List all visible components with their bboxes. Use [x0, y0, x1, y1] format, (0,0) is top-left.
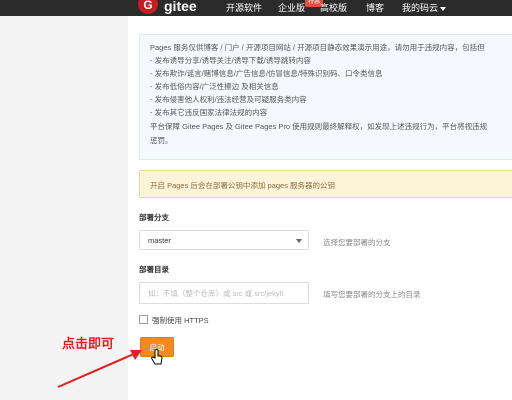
- notice-line: - 发布欺诈/谣言/赌博信息/广告信息/仿冒信息/特殊识别码、口令类信息: [150, 69, 383, 78]
- notice-line: - 发布诱导分享/诱导关注/诱导下载/诱导跳转内容: [150, 56, 311, 65]
- nav-open-source[interactable]: 开源软件: [226, 1, 262, 14]
- branch-select-value: master: [148, 236, 171, 245]
- chevron-down-icon: [296, 239, 302, 243]
- notice-line: - 发布低俗内容/广泛性擦边 及相关信息: [150, 82, 279, 91]
- branch-hint: 选择您要部署的分支: [323, 238, 391, 247]
- directory-hint: 填写您要部署的分支上的目录: [323, 290, 421, 299]
- nav-education[interactable]: 高校版: [320, 1, 347, 14]
- top-navbar: G gitee 开源软件 企业版 特惠 高校版 博客 我的码云: [0, 0, 512, 16]
- directory-input[interactable]: [139, 282, 309, 304]
- gitee-logo-text[interactable]: gitee: [164, 0, 197, 14]
- gitee-logo-icon[interactable]: G: [138, 0, 158, 14]
- branch-label: 部署分支: [139, 213, 169, 222]
- notice-line: 平台保障 Gitee Pages 及 Gitee Pages Pro 使用规则最…: [150, 122, 488, 131]
- nav-my-gitee[interactable]: 我的码云: [402, 1, 447, 14]
- force-https-label[interactable]: 强制使用 HTTPS: [152, 315, 209, 326]
- notice-line: - 发布其它违反国家法律法规的内容: [150, 108, 268, 117]
- branch-select[interactable]: master: [139, 230, 309, 250]
- notice-line: - 发布侵害他人权利/违法经营及可疑服务类内容: [150, 95, 307, 104]
- notice-line: Pages 服务仅供博客 / 门户 / 开源项目网站 / 开源项目静态效果演示用…: [150, 43, 485, 52]
- directory-label: 部署目录: [139, 265, 169, 274]
- warning-text: 开启 Pages 后会在部署公钥中添加 pages 服务器的公钥: [150, 181, 336, 190]
- nav-my-gitee-label: 我的码云: [402, 3, 439, 13]
- notice-line: 惩罚。: [150, 136, 173, 145]
- pages-key-warning: 开启 Pages 后会在部署公钥中添加 pages 服务器的公钥: [139, 170, 512, 198]
- hand-cursor-icon: [151, 349, 163, 365]
- nav-blog[interactable]: 博客: [366, 1, 384, 14]
- nav-enterprise[interactable]: 企业版: [278, 1, 305, 14]
- chevron-down-icon: [440, 6, 447, 11]
- force-https-checkbox[interactable]: [139, 315, 148, 324]
- red-arrow-icon: [57, 350, 142, 388]
